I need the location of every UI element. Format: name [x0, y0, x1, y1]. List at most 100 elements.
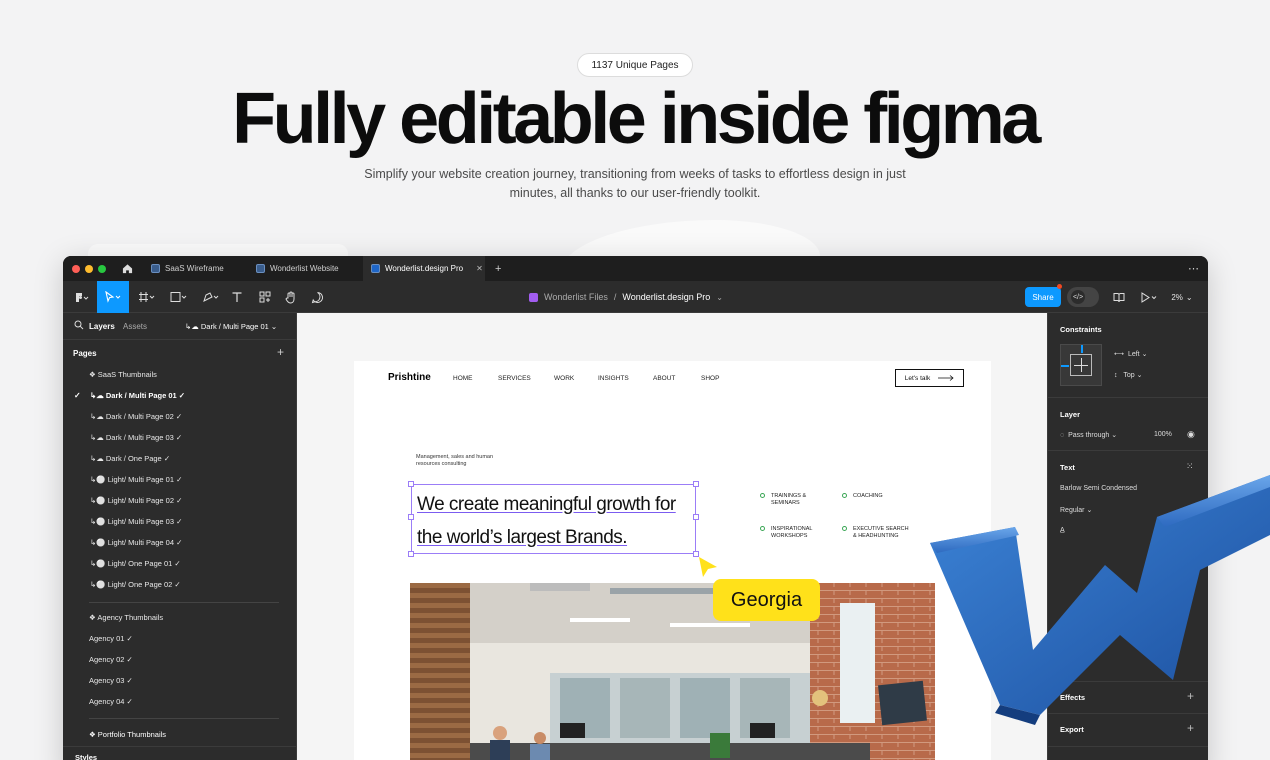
tab-saas-wireframe[interactable]: SaaS Wireframe	[143, 256, 248, 281]
nav-item[interactable]: ABOUT	[653, 375, 701, 382]
wonderlist-w-logo	[930, 475, 1270, 725]
rectangle-icon	[170, 292, 187, 302]
eye-icon[interactable]: ◉	[1187, 429, 1195, 440]
home-icon	[122, 264, 133, 274]
headline: We create meaningful growth for the worl…	[417, 488, 676, 554]
page-item[interactable]: ↳☁ Dark / One Page ✓	[63, 448, 297, 469]
nav-item[interactable]: INSIGHTS	[598, 375, 653, 382]
tab-layers[interactable]: Layers	[89, 322, 115, 331]
page-item[interactable]: ↳⚪ Light/ Multi Page 01 ✓	[63, 469, 297, 490]
library-button[interactable]	[1111, 281, 1127, 313]
layer-section: Layer ◌ Pass through ⌄ 100% ◉	[1048, 398, 1208, 451]
page-item[interactable]: ↳⚪ Light/ One Page 02 ✓	[63, 574, 297, 595]
hero-subtitle: Simplify your website creation journey, …	[364, 167, 906, 200]
frame-icon	[139, 292, 155, 302]
shape-tool-button[interactable]	[165, 281, 193, 313]
maximize-window-button[interactable]	[98, 265, 106, 273]
share-button[interactable]: Share	[1025, 287, 1061, 307]
home-tab[interactable]	[115, 256, 141, 281]
page-item[interactable]: Agency 02 ✓	[63, 649, 297, 670]
nav-item[interactable]: HOME	[453, 375, 498, 382]
horizontal-constraint-dropdown[interactable]: ⟷ Left ⌄	[1114, 350, 1147, 358]
tab-wonderlist-website[interactable]: Wonderlist Website	[248, 256, 360, 281]
comment-tool-button[interactable]	[307, 281, 327, 313]
page-item[interactable]: ✓ ↳☁ Dark / Multi Page 01 ✓	[63, 385, 297, 406]
page-label: ↳☁ Dark / One Page ✓	[90, 454, 171, 463]
page-item[interactable]: ❖ Agency Thumbnails	[63, 607, 297, 628]
pen-tool-button[interactable]	[197, 281, 225, 313]
present-button[interactable]	[1137, 281, 1161, 313]
dev-mode-toggle[interactable]: </>	[1067, 287, 1099, 307]
move-tool-button[interactable]	[97, 281, 129, 313]
tab-assets[interactable]: Assets	[123, 322, 147, 331]
chevron-down-icon[interactable]: ⌄	[716, 293, 723, 302]
resize-handle[interactable]	[693, 514, 699, 520]
page-item[interactable]: ↳⚪ Light/ Multi Page 04 ✓	[63, 532, 297, 553]
constraints-widget[interactable]	[1060, 344, 1102, 386]
close-tab-icon[interactable]: ✕	[476, 264, 483, 273]
blend-mode-dropdown[interactable]: ◌ Pass through ⌄	[1060, 431, 1117, 439]
collaborator-cursor-icon	[699, 557, 717, 577]
service-item: EXECUTIVE SEARCH & HEADHUNTING	[842, 526, 912, 540]
page-item[interactable]: Agency 03 ✓	[63, 670, 297, 691]
page-item[interactable]: ↳⚪ Light/ Multi Page 02 ✓	[63, 490, 297, 511]
text-styles-icon[interactable]: ⁙	[1186, 461, 1194, 472]
more-options-icon[interactable]: ⋯	[1180, 256, 1200, 281]
resize-handle[interactable]	[693, 481, 699, 487]
components-icon	[259, 291, 271, 303]
figma-file-icon	[371, 264, 380, 273]
nav-item[interactable]: SERVICES	[498, 375, 554, 382]
bullet-icon	[842, 493, 847, 498]
page-label: Agency 02 ✓	[89, 655, 133, 664]
close-window-button[interactable]	[72, 265, 80, 273]
breadcrumb-file[interactable]: Wonderlist.design Pro	[622, 292, 710, 302]
divider	[89, 718, 279, 719]
page-label: ↳⚪ Light/ Multi Page 02 ✓	[90, 496, 183, 505]
styles-section[interactable]: Styles	[63, 746, 297, 760]
zoom-dropdown[interactable]: 2% ⌄	[1167, 281, 1197, 313]
text-tool-button[interactable]	[227, 281, 247, 313]
new-tab-button[interactable]: +	[487, 256, 507, 281]
main-menu-button[interactable]	[69, 281, 95, 313]
site-logo: Prishtine	[388, 372, 431, 383]
minimize-window-button[interactable]	[85, 265, 93, 273]
resize-handle[interactable]	[408, 551, 414, 557]
selected-text-layer[interactable]: We create meaningful growth for the worl…	[408, 481, 699, 557]
text-icon	[232, 292, 242, 302]
breadcrumb-folder[interactable]: Wonderlist Files	[544, 292, 608, 302]
search-icon[interactable]	[74, 320, 84, 332]
page-label: ↳⚪ Light/ One Page 02 ✓	[90, 580, 181, 589]
nav-item[interactable]: WORK	[554, 375, 598, 382]
page-label: ❖ SaaS Thumbnails	[89, 370, 157, 379]
page-item[interactable]: ↳⚪ Light/ Multi Page 03 ✓	[63, 511, 297, 532]
website-frame[interactable]: Prishtine HOME SERVICES WORK INSIGHTS AB…	[354, 361, 991, 760]
lets-talk-button[interactable]: Let's talk	[895, 369, 964, 387]
page-item[interactable]: ↳⚪ Light/ One Page 01 ✓	[63, 553, 297, 574]
constraints-heading: Constraints	[1060, 325, 1102, 334]
add-page-button[interactable]: +	[277, 345, 284, 359]
frame-tool-button[interactable]	[133, 281, 161, 313]
page-selector[interactable]: ↳☁ Dark / Multi Page 01 ⌄	[185, 322, 277, 331]
opacity-input[interactable]: 100%	[1154, 431, 1172, 438]
resources-tool-button[interactable]	[255, 281, 275, 313]
page-item[interactable]: ↳☁ Dark / Multi Page 03 ✓	[63, 427, 297, 448]
tab-label: SaaS Wireframe	[165, 264, 224, 273]
resize-handle[interactable]	[408, 481, 414, 487]
page-label: Agency 03 ✓	[89, 676, 133, 685]
checkmark-icon: ✓	[74, 391, 81, 400]
page-item[interactable]: Agency 01 ✓	[63, 628, 297, 649]
hand-tool-button[interactable]	[281, 281, 301, 313]
service-item: COACHING	[842, 493, 912, 500]
page-item[interactable]: Agency 04 ✓	[63, 691, 297, 712]
page-item[interactable]: ❖ Portfolio Thumbnails	[63, 724, 297, 745]
pages-heading: Pages	[73, 349, 97, 358]
tab-wonderlist-design-pro[interactable]: Wonderlist.design Pro ✕	[363, 256, 485, 281]
vertical-constraint-dropdown[interactable]: ↕ Top ⌄	[1114, 371, 1142, 379]
page-item[interactable]: ❖ SaaS Thumbnails	[63, 364, 297, 385]
nav-item[interactable]: SHOP	[701, 375, 741, 382]
page-item[interactable]: ↳☁ Dark / Multi Page 02 ✓	[63, 406, 297, 427]
page-label: Agency 04 ✓	[89, 697, 133, 706]
left-panel: Layers Assets ↳☁ Dark / Multi Page 01 ⌄ …	[63, 313, 297, 760]
page-label: ↳☁ Dark / Multi Page 03 ✓	[90, 433, 183, 442]
resize-handle[interactable]	[408, 514, 414, 520]
